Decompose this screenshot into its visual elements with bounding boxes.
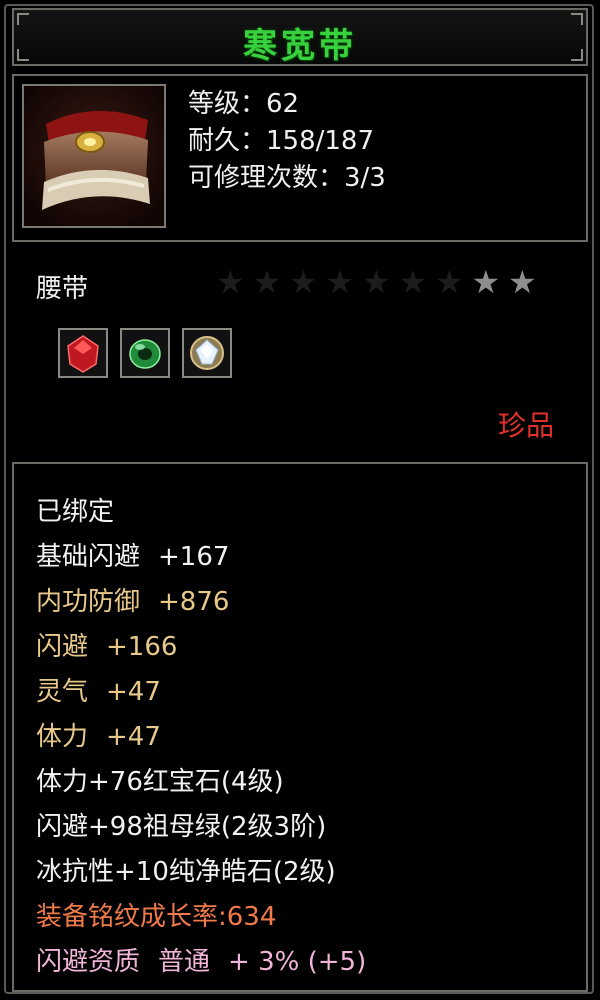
- repair-count-text: 可修理次数：3/3: [188, 163, 386, 193]
- star-empty-icon: ★: [252, 263, 282, 301]
- attr-label: 闪避: [36, 632, 89, 662]
- item-name: 寒宽带: [243, 26, 357, 66]
- rarity-label: 珍品: [497, 409, 554, 442]
- attr-label: 灵气: [36, 677, 89, 707]
- evasion-quality: 闪避资质 普通 + 3% (+5): [36, 940, 366, 985]
- attr-label: 内功防御: [36, 587, 141, 617]
- title-bar: 寒宽带: [12, 8, 588, 66]
- quality-grade: 普通: [158, 947, 211, 977]
- attr-value: +167: [158, 542, 230, 572]
- attr-spirit: 灵气 +47: [36, 670, 366, 715]
- emerald-gem-icon: [120, 328, 170, 378]
- gem-bonus-diamond: 冰抗性+10纯净皓石(2级): [36, 857, 336, 887]
- star-empty-icon: ★: [435, 263, 464, 301]
- attr-value: +166: [106, 632, 178, 662]
- attr-value: +47: [106, 722, 161, 752]
- belt-icon: [22, 84, 166, 228]
- bound-status: 已绑定: [36, 497, 115, 527]
- item-basic-stats: 等级：62 耐久：158/187 可修理次数：3/3: [188, 86, 386, 197]
- growth-rate: 装备铭纹成长率:634: [36, 902, 277, 932]
- item-type: 腰带: [36, 274, 89, 304]
- attribute-list: 已绑定 基础闪避 +167 内功防御 +876 闪避 +166 灵气 +47 体力 +47…: [36, 490, 366, 985]
- attr-label: 体力: [36, 722, 89, 752]
- gem-bonus-ruby: 体力+76红宝石(4级): [36, 767, 284, 797]
- star-empty-icon: ★: [362, 263, 391, 301]
- attr-value: +47: [106, 677, 161, 707]
- diamond-gem-icon: [182, 328, 232, 378]
- level-text: 等级：62: [188, 89, 300, 119]
- star-empty-icon: ★: [216, 263, 245, 301]
- ruby-gem-icon: [58, 328, 108, 378]
- attr-value: +876: [158, 587, 230, 617]
- quality-bonus: + 3% (+5): [228, 947, 367, 977]
- star-lit-icon: ★: [471, 263, 501, 301]
- star-empty-icon: ★: [398, 263, 428, 301]
- attr-stamina: 体力 +47: [36, 715, 366, 760]
- gem-bonus-emerald: 闪避+98祖母绿(2级3阶): [36, 812, 327, 842]
- attr-label: 基础闪避: [36, 542, 141, 572]
- attr-inner-defense: 内功防御 +876: [36, 580, 366, 625]
- attr-base-evasion: 基础闪避 +167: [36, 535, 366, 580]
- star-lit-icon: ★: [508, 263, 537, 301]
- star-empty-icon: ★: [325, 263, 355, 301]
- attr-evasion: 闪避 +166: [36, 625, 366, 670]
- star-empty-icon: ★: [289, 263, 318, 301]
- durability-text: 耐久：158/187: [188, 126, 375, 156]
- quality-label: 闪避资质: [36, 947, 141, 977]
